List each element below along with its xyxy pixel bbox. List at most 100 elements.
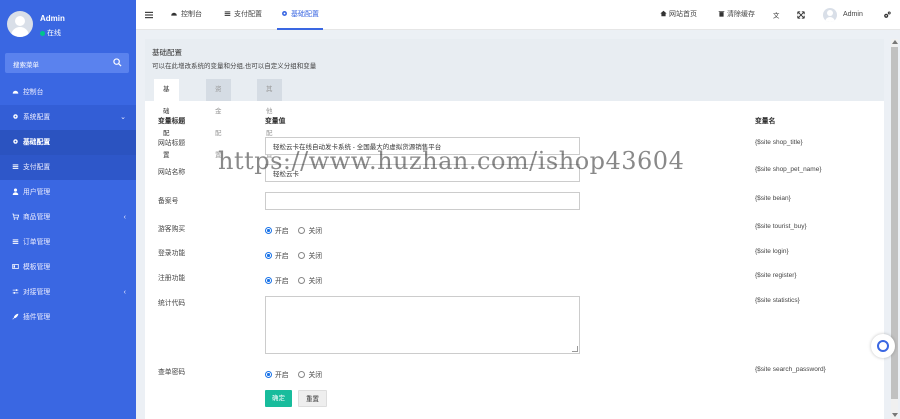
svg-text:文: 文 — [773, 11, 780, 19]
sidebar-menu: 控制台 系统配置 ⌄ 基础配置 支付配置 用户管理 商品管理 ‹ 订单管理 模板… — [0, 80, 136, 330]
sidebar-item-system-config[interactable]: 系统配置 ⌄ — [0, 105, 136, 130]
row-label-shop-title: 网站标题 — [158, 140, 186, 147]
radio-on[interactable] — [265, 227, 272, 234]
top-navbar: 控制台 支付配置 基础配置 网站首页 清除缓存 文 Admin — [136, 0, 900, 30]
avatar[interactable] — [7, 11, 33, 37]
user-icon — [12, 188, 19, 195]
var-register: {$site register} — [755, 272, 797, 279]
var-shop-name: {$site shop_pet_name} — [755, 166, 822, 173]
reset-button[interactable]: 重置 — [298, 390, 327, 407]
column-header-label: 变量标题 — [158, 118, 186, 125]
radio-off[interactable] — [298, 371, 306, 378]
var-login: {$site login} — [755, 248, 789, 255]
sidebar-item-integrations[interactable]: 对接管理 ‹ — [0, 280, 136, 305]
dashboard-icon — [12, 90, 19, 94]
var-shop-title: {$site shop_title} — [755, 139, 803, 146]
settings-gears-icon[interactable] — [883, 11, 891, 19]
radio-on[interactable] — [265, 252, 272, 259]
row-label-statistics: 统计代码 — [158, 300, 186, 307]
row-label-shop-name: 网站名称 — [158, 169, 186, 176]
online-dot-icon — [40, 30, 45, 36]
sidebar-item-basic-config[interactable]: 基础配置 — [0, 130, 136, 155]
radio-on[interactable] — [265, 277, 272, 284]
list-icon — [224, 11, 231, 16]
translate-icon[interactable]: 文 — [773, 11, 781, 19]
scroll-up-icon[interactable] — [892, 40, 898, 44]
row-label-search-password: 查单密码 — [158, 369, 186, 376]
confirm-button[interactable]: 确定 — [265, 390, 292, 407]
panel-description: 可以在此增改系统的变量和分组,也可以自定义分组和变量 — [152, 63, 317, 70]
row-label-register: 注册功能 — [158, 275, 186, 282]
row-label-tourist-buy: 游客购买 — [158, 226, 186, 233]
sidebar-item-plugins[interactable]: 插件管理 — [0, 305, 136, 330]
chevron-left-icon: ‹ — [123, 214, 126, 221]
search-input[interactable]: 搜索菜单 — [13, 59, 39, 69]
gear-icon — [282, 11, 287, 16]
scrollbar[interactable] — [891, 39, 898, 419]
user-panel: Admin 在线 — [0, 0, 136, 46]
column-header-value: 变量值 — [265, 118, 286, 125]
row-label-beian: 备案号 — [158, 198, 179, 205]
tab-dashboard[interactable]: 控制台 — [170, 0, 202, 30]
search-password-radios: 开启 关闭 — [265, 369, 330, 379]
user-name: Admin — [40, 14, 65, 23]
floating-help-button[interactable] — [871, 334, 895, 358]
tab-other[interactable]: 其他配置 — [257, 79, 282, 159]
chevron-left-icon: ‹ — [123, 289, 126, 296]
radio-off[interactable] — [298, 252, 306, 259]
home-icon — [660, 10, 667, 17]
nav-clear-cache[interactable]: 清除缓存 — [718, 0, 755, 30]
dashboard-icon — [171, 12, 177, 16]
tourist-buy-radios: 开启 关闭 — [265, 225, 330, 235]
sliders-icon — [12, 289, 19, 294]
resize-handle-icon[interactable] — [572, 346, 578, 352]
beian-input[interactable] — [265, 192, 580, 210]
radio-on[interactable] — [265, 371, 272, 378]
sidebar-item-templates[interactable]: 模板管理 — [0, 255, 136, 280]
register-radios: 开启 关闭 — [265, 275, 330, 285]
list-icon — [12, 239, 19, 244]
radio-off[interactable] — [298, 277, 306, 284]
panel-title: 基础配置 — [152, 48, 182, 57]
var-beian: {$site beian} — [755, 195, 791, 202]
radio-off[interactable] — [298, 227, 306, 234]
watermark-text: https://www.huzhan.com/ishop43604 — [218, 147, 685, 175]
cart-icon — [12, 213, 19, 220]
tab-basic-config[interactable]: 基础配置 — [277, 0, 323, 30]
chevron-down-icon: ⌄ — [120, 114, 126, 121]
panel-header: 基础配置 可以在此增改系统的变量和分组,也可以自定义分组和变量 基础配置 资金配… — [145, 39, 884, 159]
gear-icon — [13, 139, 18, 144]
user-status: 在线 — [40, 28, 61, 38]
gear-icon — [13, 114, 18, 119]
sidebar-search[interactable]: 搜索菜单 — [5, 53, 129, 73]
sidebar-item-orders[interactable]: 订单管理 — [0, 230, 136, 255]
search-icon[interactable] — [113, 58, 122, 67]
sidebar-item-products[interactable]: 商品管理 ‹ — [0, 205, 136, 230]
tab-payment-config[interactable]: 支付配置 — [224, 0, 262, 30]
login-radios: 开启 关闭 — [265, 250, 330, 260]
sidebar: Admin 在线 搜索菜单 控制台 系统配置 ⌄ 基础配置 支付配置 用户管理 … — [0, 0, 136, 419]
scroll-down-icon[interactable] — [892, 413, 898, 417]
var-tourist-buy: {$site tourist_buy} — [755, 223, 807, 230]
sidebar-item-users[interactable]: 用户管理 — [0, 180, 136, 205]
template-icon — [12, 264, 19, 269]
statistics-textarea[interactable] — [265, 296, 580, 354]
help-icon — [877, 340, 889, 352]
fullscreen-icon[interactable] — [797, 11, 805, 19]
row-label-login: 登录功能 — [158, 250, 186, 257]
list-icon — [12, 164, 19, 169]
nav-avatar[interactable] — [823, 8, 837, 22]
sidebar-item-dashboard[interactable]: 控制台 — [0, 80, 136, 105]
rocket-icon — [12, 313, 19, 320]
var-statistics: {$site statistics} — [755, 297, 800, 304]
var-search-password: {$site search_password} — [755, 366, 826, 373]
column-header-name: 变量名 — [755, 118, 776, 125]
trash-icon — [718, 11, 725, 17]
menu-toggle-icon[interactable] — [145, 11, 153, 19]
sidebar-item-payment-config[interactable]: 支付配置 — [0, 155, 136, 180]
nav-home-link[interactable]: 网站首页 — [660, 0, 697, 30]
tab-funds[interactable]: 资金配置 — [206, 79, 231, 159]
main-content: 基础配置 可以在此增改系统的变量和分组,也可以自定义分组和变量 基础配置 资金配… — [145, 39, 884, 419]
tab-basic[interactable]: 基础配置 — [154, 79, 179, 159]
nav-admin-name[interactable]: Admin — [843, 0, 863, 30]
